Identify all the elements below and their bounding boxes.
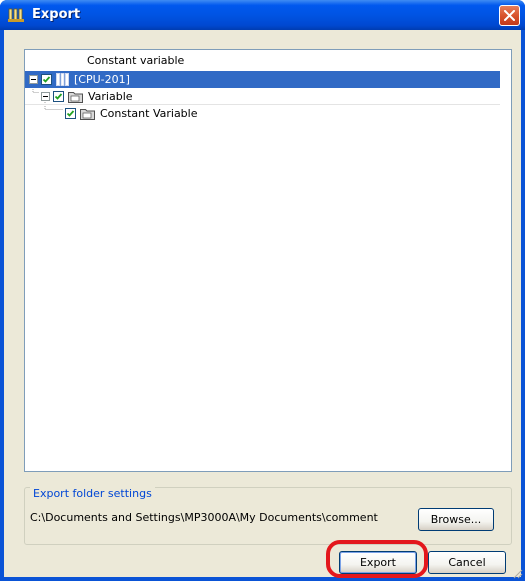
resize-grip-icon[interactable] <box>511 567 523 579</box>
checkmark-icon <box>66 110 75 117</box>
close-button[interactable] <box>499 5 520 26</box>
export-folder-group-label: Export folder settings <box>30 487 155 501</box>
browse-button[interactable]: Browse... <box>418 508 494 531</box>
tree-item-label: Variable <box>88 90 133 103</box>
window-title: Export <box>32 7 81 22</box>
folder-icon <box>80 108 96 125</box>
export-folder-path: C:\Documents and Settings\MP3000A\My Doc… <box>30 511 378 524</box>
tree-item-label: [CPU-201] <box>74 73 130 86</box>
checkmark-icon <box>54 93 63 100</box>
collapse-toggle[interactable] <box>41 92 50 101</box>
tree-item-constant-variable[interactable]: Constant Variable <box>25 105 500 122</box>
variable-checkbox[interactable] <box>53 91 64 102</box>
variable-tree[interactable]: Constant variable [CPU-201] Variable Con… <box>24 49 512 472</box>
tree-column-header: Constant variable <box>87 54 185 67</box>
collapse-toggle[interactable] <box>29 75 38 84</box>
tree-item-cpu[interactable]: [CPU-201] <box>25 71 500 88</box>
tree-item-variable[interactable]: Variable <box>25 88 500 105</box>
cpu-checkbox[interactable] <box>41 74 52 85</box>
title-bar[interactable]: Export <box>0 0 525 30</box>
tree-item-label: Constant Variable <box>100 107 198 120</box>
close-icon <box>504 10 515 21</box>
checkmark-icon <box>42 76 51 83</box>
cancel-button[interactable]: Cancel <box>428 551 506 574</box>
export-button[interactable]: Export <box>339 551 417 574</box>
app-icon <box>8 7 24 23</box>
constant-variable-checkbox[interactable] <box>65 108 76 119</box>
